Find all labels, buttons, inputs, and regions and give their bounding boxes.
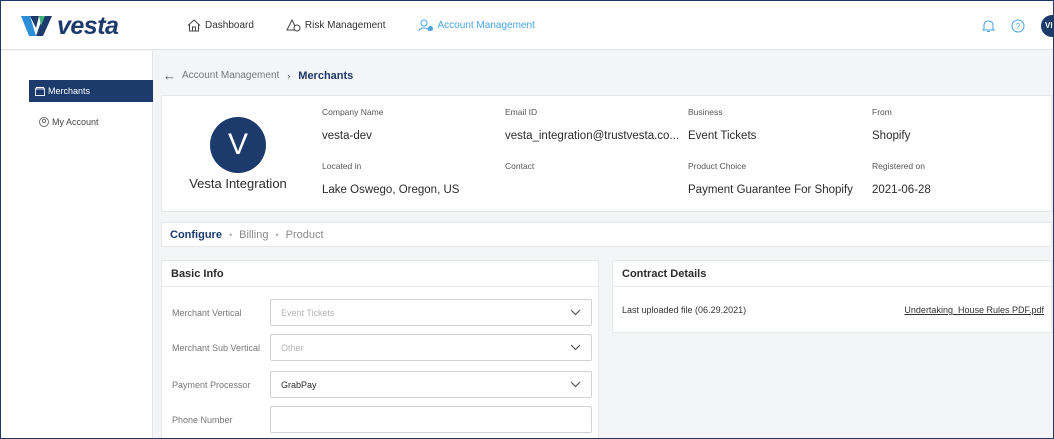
nav-dashboard[interactable]: Dashboard [187, 19, 254, 32]
contract-file-row: Last uploaded file (06.29.2021) Undertak… [622, 305, 1044, 315]
field-value: vesta-dev [322, 130, 372, 142]
merchant-sub-vertical-row: Merchant Sub Vertical Other [162, 334, 600, 362]
chevron-down-icon [570, 344, 581, 351]
payment-processor-label: Payment Processor [172, 380, 251, 390]
tab-product[interactable]: Product [286, 229, 324, 241]
merchant-sub-vertical-value: Other [281, 342, 304, 353]
field-value: Shopify [872, 130, 911, 142]
field-label: Product Choice [688, 161, 747, 171]
warning-icon [286, 19, 301, 32]
field-value: Payment Guarantee For Shopify [688, 184, 853, 196]
account-circle-icon [39, 117, 49, 127]
merchant-vertical-row: Merchant Vertical Event Tickets [162, 299, 600, 327]
field-value: Lake Oswego, Oregon, US [322, 184, 460, 196]
top-bar: vesta Dashboard Risk Management Account … [1, 1, 1053, 50]
top-right-actions: ? VI [982, 1, 1053, 50]
vesta-logo-mark-icon [21, 14, 55, 38]
notification-bell-icon[interactable] [982, 19, 995, 33]
breadcrumb-separator: › [287, 70, 291, 81]
phone-number-label: Phone Number [172, 415, 233, 425]
payment-processor-row: Payment Processor GrabPay [162, 371, 600, 399]
breadcrumb-current: Merchants [298, 69, 354, 82]
main-nav: Dashboard Risk Management Account Manage… [187, 1, 567, 50]
tab-configure[interactable]: Configure [170, 229, 222, 241]
sidebar: Merchants My Account [1, 51, 153, 438]
field-business: Business Event Tickets [688, 107, 756, 142]
chevron-down-icon [570, 309, 581, 316]
help-icon[interactable]: ? [1011, 19, 1025, 33]
svg-text:?: ? [1016, 22, 1021, 31]
field-value: Event Tickets [688, 130, 757, 142]
nav-risk-management[interactable]: Risk Management [286, 19, 386, 32]
nav-account-management[interactable]: Account Management [418, 19, 535, 32]
field-label: Contact [505, 161, 535, 171]
field-product-choice: Product Choice Payment Guarantee For Sho… [688, 161, 853, 196]
store-icon [35, 86, 45, 96]
field-contact: Contact [505, 161, 534, 184]
field-registered-on: Registered on 2021-06-28 [872, 161, 931, 196]
field-located-in: Located in Lake Oswego, Oregon, US [322, 161, 459, 196]
tab-separator: • [275, 229, 279, 240]
logo-text: vesta [57, 11, 119, 40]
basic-info-title: Basic Info [162, 261, 598, 287]
sidebar-item-label: Merchants [48, 86, 91, 96]
merchant-name: Vesta Integration [189, 176, 287, 191]
field-email: Email ID vesta_integration@trustvesta.co… [505, 107, 679, 142]
field-label: Located in [322, 161, 362, 171]
contract-file-link[interactable]: Undertaking_House Rules PDF.pdf [904, 305, 1044, 315]
field-label: Registered on [872, 161, 925, 171]
nav-risk-management-label: Risk Management [304, 20, 386, 31]
payment-processor-select[interactable]: GrabPay [270, 371, 592, 398]
merchant-sub-vertical-select[interactable]: Other [270, 334, 592, 361]
contract-details-panel: Contract Details Last uploaded file (06.… [612, 260, 1052, 333]
breadcrumb: ← Account Management › Merchants [163, 68, 353, 83]
tabs-bar: Configure • Billing • Product [161, 222, 1052, 247]
merchant-profile-card: V Vesta Integration Company Name vesta-d… [161, 95, 1052, 212]
field-label: Business [688, 107, 723, 117]
phone-number-row: Phone Number [162, 406, 600, 434]
merchant-sub-vertical-label: Merchant Sub Vertical [172, 343, 261, 353]
sidebar-item-label: My Account [52, 117, 99, 127]
basic-info-panel: Basic Info Merchant Vertical Event Ticke… [161, 260, 600, 438]
chevron-down-icon [570, 381, 581, 388]
merchant-vertical-select[interactable]: Event Tickets [270, 299, 592, 326]
field-company-name: Company Name vesta-dev [322, 107, 383, 142]
field-value: 2021-06-28 [872, 184, 931, 196]
field-label: Company Name [322, 107, 384, 117]
sidebar-item-merchants[interactable]: Merchants [29, 80, 153, 102]
vesta-logo[interactable]: vesta [21, 11, 119, 41]
tab-separator: • [228, 229, 233, 240]
phone-number-input[interactable] [270, 406, 592, 433]
tab-billing[interactable]: Billing [239, 229, 268, 241]
app-frame: vesta Dashboard Risk Management Account … [0, 0, 1054, 439]
contract-details-title: Contract Details [613, 261, 1051, 287]
field-label: Email ID [505, 107, 538, 117]
sidebar-item-my-account[interactable]: My Account [29, 111, 153, 133]
user-settings-icon [418, 19, 433, 32]
back-arrow-icon[interactable]: ← [163, 68, 176, 83]
user-avatar[interactable]: VI [1041, 14, 1053, 37]
home-icon [187, 19, 201, 32]
merchant-vertical-label: Merchant Vertical [172, 308, 242, 318]
merchant-vertical-value: Event Tickets [281, 307, 335, 318]
payment-processor-value: GrabPay [281, 379, 317, 390]
field-from: From Shopify [872, 107, 910, 142]
nav-dashboard-label: Dashboard [205, 20, 254, 31]
field-label: From [872, 107, 892, 117]
last-uploaded-text: Last uploaded file (06.29.2021) [622, 305, 747, 315]
field-value: vesta_integration@trustvesta.co... [505, 130, 680, 142]
nav-account-management-label: Account Management [437, 20, 535, 31]
merchant-avatar: V [210, 117, 266, 173]
breadcrumb-parent[interactable]: Account Management [182, 70, 279, 81]
